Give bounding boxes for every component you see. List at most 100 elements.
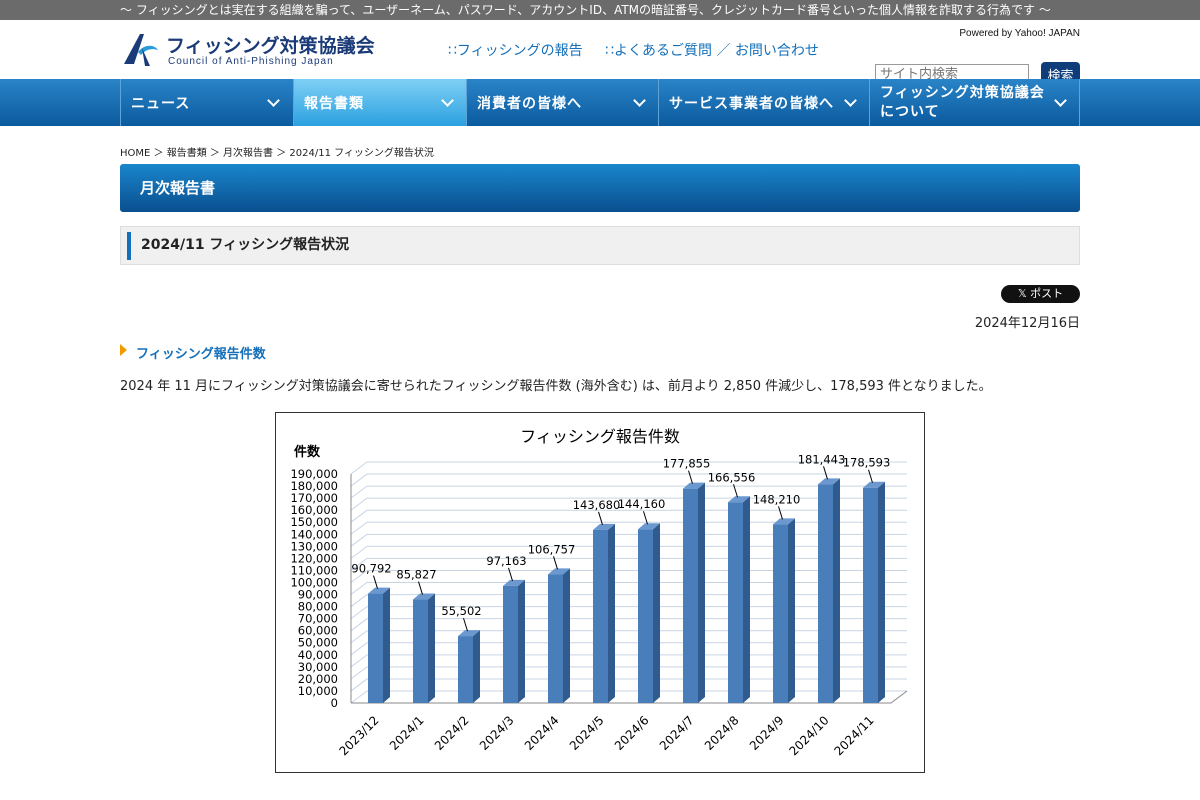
chevron-down-icon bbox=[267, 94, 280, 107]
nav-label: サービス事業者の皆様へ bbox=[669, 95, 834, 112]
data-label: 85,827 bbox=[396, 568, 436, 582]
bar-side bbox=[833, 478, 840, 703]
grid-line-diag bbox=[350, 497, 368, 511]
x-tick-label: 2023/12 bbox=[336, 713, 381, 758]
data-label: 144,160 bbox=[618, 497, 666, 511]
nav-item-reports[interactable]: 報告書類 bbox=[293, 79, 466, 126]
y-tick-label: 120,000 bbox=[290, 551, 338, 565]
nav-label: 消費者の皆様へ bbox=[477, 95, 582, 112]
grid-line-diag bbox=[350, 582, 368, 595]
chart-svg: フィッシング報告件数件数 010,00020,00030,00040,00050,… bbox=[290, 427, 908, 758]
x-tick-label: 2024/8 bbox=[702, 713, 742, 753]
y-tick-label: 40,000 bbox=[298, 648, 338, 662]
grid-line-diag bbox=[350, 666, 368, 680]
bar bbox=[503, 585, 518, 703]
chevron-down-icon bbox=[1054, 94, 1067, 107]
x-post-button[interactable]: 𝕏 ポスト bbox=[1001, 285, 1080, 303]
bar bbox=[638, 529, 653, 703]
y-tick-label: 90,000 bbox=[298, 588, 338, 602]
tagline-text: ～ フィッシングとは実在する組織を騙って、ユーザーネーム、パスワード、アカウント… bbox=[120, 3, 1051, 17]
data-label-leader bbox=[823, 466, 828, 480]
y-tick-label: 20,000 bbox=[298, 672, 338, 686]
x-tick-label: 2024/4 bbox=[522, 713, 562, 753]
phishing-report-link[interactable]: ∷フィッシングの報告 bbox=[448, 43, 583, 59]
bar bbox=[458, 636, 473, 703]
grid-line-diag bbox=[350, 485, 368, 499]
data-label-leader bbox=[508, 567, 513, 582]
y-tick-label: 60,000 bbox=[298, 624, 338, 638]
x-tick-label: 2024/3 bbox=[477, 713, 517, 753]
x-tick-label: 2024/2 bbox=[432, 713, 472, 753]
data-label: 106,757 bbox=[528, 542, 576, 556]
bar bbox=[863, 487, 878, 703]
bar-side bbox=[788, 518, 795, 703]
grid-line-diag bbox=[350, 473, 368, 487]
x-tick-label: 2024/7 bbox=[657, 713, 697, 753]
nav-label: ニュース bbox=[131, 95, 191, 112]
data-label-leader bbox=[598, 511, 603, 525]
section-title: 月次報告書 bbox=[120, 164, 1080, 212]
nav-item-consumers[interactable]: 消費者の皆様へ bbox=[466, 79, 658, 126]
nav-item-about[interactable]: フィッシング対策協議会 について bbox=[869, 79, 1080, 126]
bar-side bbox=[473, 630, 480, 703]
nav-label: 報告書類 bbox=[304, 95, 364, 112]
y-tick-label: 170,000 bbox=[290, 491, 338, 505]
grid-line-diag bbox=[350, 618, 368, 632]
x-tick-label: 2024/5 bbox=[567, 713, 607, 753]
bar bbox=[683, 488, 698, 703]
data-label: 148,210 bbox=[753, 492, 801, 506]
y-tick-label: 140,000 bbox=[290, 527, 338, 541]
nav-item-providers[interactable]: サービス事業者の皆様へ bbox=[658, 79, 869, 126]
bar bbox=[728, 502, 743, 703]
x-tick-label: 2024/10 bbox=[786, 713, 831, 758]
data-label: 166,556 bbox=[708, 470, 756, 484]
grid-line-diag bbox=[350, 606, 368, 620]
bar-side bbox=[653, 523, 660, 703]
bar-side bbox=[608, 523, 615, 703]
grid-line-diag bbox=[350, 461, 368, 475]
logo-mark-icon bbox=[124, 34, 158, 66]
chevron-down-icon bbox=[441, 94, 454, 107]
page-title: 2024/11 フィッシング報告状況 bbox=[120, 226, 1080, 265]
bar-side bbox=[878, 481, 885, 703]
bar-side bbox=[698, 482, 705, 703]
data-label-leader bbox=[778, 506, 783, 520]
bar bbox=[818, 484, 833, 703]
section-heading: フィッシング報告件数 bbox=[120, 343, 266, 362]
y-tick-label: 110,000 bbox=[290, 563, 338, 577]
nav-label-line2: について bbox=[880, 103, 940, 120]
data-label-leader bbox=[868, 469, 873, 483]
grid-line-diag bbox=[350, 545, 368, 559]
x-tick-label: 2024/9 bbox=[747, 713, 787, 753]
y-tick-label: 80,000 bbox=[298, 600, 338, 614]
faq-contact-link[interactable]: ∷よくあるご質問 ／ お問い合わせ bbox=[605, 43, 819, 59]
bar bbox=[593, 529, 608, 703]
data-label-leader bbox=[688, 470, 693, 484]
chevron-down-icon bbox=[844, 94, 857, 107]
grid-line-diag bbox=[350, 642, 368, 656]
bar bbox=[548, 574, 563, 703]
summary-paragraph: 2024 年 11 月にフィッシング対策協議会に寄せられたフィッシング報告件数 … bbox=[120, 379, 992, 394]
grid-line-diag bbox=[350, 509, 368, 523]
data-label-leader bbox=[418, 581, 423, 595]
data-label: 178,593 bbox=[843, 456, 891, 470]
nav-label-line1: フィッシング対策協議会 bbox=[880, 84, 1045, 101]
x-tick-label: 2024/11 bbox=[831, 713, 876, 758]
bar bbox=[773, 524, 788, 703]
data-label: 97,163 bbox=[486, 554, 526, 568]
nav-label: フィッシング対策協議会 について bbox=[880, 84, 1045, 122]
main-nav: ニュース 報告書類 消費者の皆様へ サービス事業者の皆様へ フィッシング対策協議… bbox=[0, 79, 1200, 126]
y-tick-label: 50,000 bbox=[298, 636, 338, 650]
grid-line-diag bbox=[350, 690, 368, 704]
y-tick-label: 0 bbox=[331, 696, 338, 710]
logo-title: フィッシング対策協議会 bbox=[166, 35, 375, 57]
data-label: 143,680 bbox=[573, 498, 621, 512]
bar bbox=[368, 593, 383, 703]
x-tick-label: 2024/1 bbox=[387, 713, 427, 753]
nav-item-news[interactable]: ニュース bbox=[120, 79, 292, 126]
breadcrumb[interactable]: HOME ＞ 報告書類 ＞ 月次報告書 ＞ 2024/11 フィッシング報告状況 bbox=[120, 144, 434, 159]
bar-side bbox=[518, 579, 525, 703]
y-tick-label: 70,000 bbox=[298, 612, 338, 626]
site-logo[interactable]: フィッシング対策協議会 Council of Anti-Phishing Jap… bbox=[120, 30, 375, 70]
data-label: 55,502 bbox=[441, 604, 481, 618]
